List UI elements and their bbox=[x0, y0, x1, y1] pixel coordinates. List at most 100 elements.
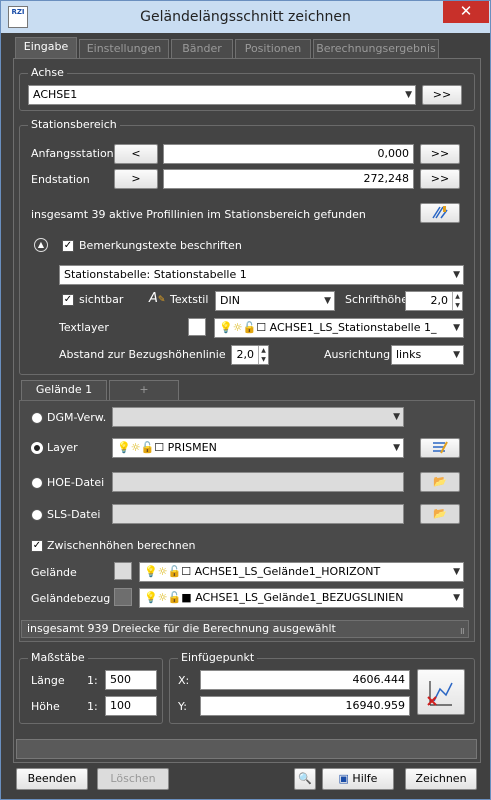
remarks-checkbox[interactable]: ✓ bbox=[62, 240, 74, 252]
zoom-icon: 🔍 bbox=[298, 772, 312, 785]
sls-radio[interactable] bbox=[31, 509, 43, 521]
layer-select[interactable]: 💡☼🔓☐ PRISMEN ▼ bbox=[112, 438, 404, 458]
delete-button[interactable]: Löschen bbox=[97, 768, 169, 790]
profile-settings-button[interactable] bbox=[420, 203, 460, 223]
quit-button[interactable]: Beenden bbox=[16, 768, 88, 790]
triangle-status-text: insgesamt 939 Dreiecke für die Berechnun… bbox=[27, 622, 336, 635]
distance-label: Abstand zur Bezugshöhenlinie bbox=[59, 348, 226, 361]
end-pick-button[interactable]: >> bbox=[420, 169, 460, 189]
collapse-icon[interactable]: ▲ bbox=[34, 238, 48, 252]
textstyle-value: DIN bbox=[220, 294, 240, 307]
end-station-input[interactable]: 272,248 bbox=[163, 169, 414, 189]
distance-input[interactable]: 2,0 ▲ ▼ bbox=[231, 345, 269, 365]
hoe-label: HOE-Datei bbox=[47, 476, 105, 489]
sls-browse-button[interactable]: 📂 bbox=[420, 504, 460, 524]
x-label: X: bbox=[178, 674, 190, 687]
sun-icon: ☼ bbox=[157, 591, 168, 604]
fontheight-input[interactable]: 2,0 ▲ ▼ bbox=[405, 291, 463, 311]
hoe-input[interactable] bbox=[112, 472, 404, 492]
textstyle-label: Textstil bbox=[170, 293, 209, 306]
profile-edit-icon bbox=[432, 206, 448, 219]
station-label: Stationsbereich bbox=[28, 118, 120, 131]
length-label: Länge bbox=[31, 674, 65, 687]
spin-icon[interactable]: ▲ ▼ bbox=[258, 346, 268, 364]
hoe-radio[interactable] bbox=[31, 477, 43, 489]
achse-pick-button[interactable]: >> bbox=[422, 85, 462, 105]
help-button[interactable]: ▣ Hilfe bbox=[322, 768, 394, 790]
textlayer-color-swatch[interactable] bbox=[188, 318, 206, 336]
y-label: Y: bbox=[178, 700, 187, 713]
height-label: Höhe bbox=[31, 700, 60, 713]
triangle-status: insgesamt 939 Dreiecke für die Berechnun… bbox=[21, 620, 469, 638]
y-input[interactable]: 16940.959 bbox=[200, 696, 410, 716]
help-icon: ▣ bbox=[338, 772, 353, 785]
unlock-icon: 🔓 bbox=[140, 441, 155, 454]
bulb-icon: 💡 bbox=[117, 441, 131, 454]
color-square-icon: ☐ bbox=[256, 321, 267, 334]
hoe-browse-button[interactable]: 📂 bbox=[420, 472, 460, 492]
tab-add-gelaende[interactable]: + bbox=[109, 380, 179, 400]
ref-color-swatch[interactable] bbox=[114, 588, 132, 606]
intermediate-checkbox[interactable]: ✓ bbox=[31, 540, 43, 552]
bulb-icon: 💡 bbox=[144, 591, 158, 604]
achse-label: Achse bbox=[28, 66, 67, 79]
zoom-preview-button[interactable]: 🔍 bbox=[294, 768, 316, 790]
tab-einstellungen[interactable]: Einstellungen bbox=[79, 39, 169, 59]
tab-berechnungsergebnis[interactable]: Berechnungsergebnis bbox=[313, 39, 439, 59]
bulb-icon: 💡 bbox=[144, 565, 158, 578]
pick-point-button[interactable] bbox=[417, 669, 465, 715]
resize-grip-icon: ⠿ bbox=[459, 628, 465, 636]
terrain-layer-select[interactable]: 💡☼🔓☐ ACHSE1_LS_Gelände1_HORIZONT ▼ bbox=[139, 562, 464, 582]
terrain-value: ACHSE1_LS_Gelände1_HORIZONT bbox=[194, 565, 381, 578]
dgm-select[interactable]: ▼ bbox=[112, 407, 404, 427]
tab-positionen[interactable]: Positionen bbox=[235, 39, 311, 59]
align-label: Ausrichtung bbox=[324, 348, 391, 361]
height-prefix: 1: bbox=[87, 700, 98, 713]
spin-icon[interactable]: ▲ ▼ bbox=[452, 292, 462, 310]
start-station-input[interactable]: 0,000 bbox=[163, 144, 414, 164]
text-style-icon: A✎ bbox=[149, 291, 166, 306]
draw-button[interactable]: Zeichnen bbox=[405, 768, 477, 790]
layer-edit-icon bbox=[433, 441, 448, 454]
start-station-label: Anfangsstation bbox=[31, 147, 114, 160]
dgm-radio[interactable] bbox=[31, 412, 43, 424]
layer-label: Layer bbox=[47, 441, 78, 454]
height-scale-input[interactable]: 100 bbox=[105, 696, 157, 716]
close-button[interactable]: ✕ bbox=[443, 1, 489, 23]
ref-layer-select[interactable]: 💡☼🔓■ ACHSE1_LS_Gelände1_BEZUGSLINIEN ▼ bbox=[139, 588, 464, 608]
tab-baender[interactable]: Bänder bbox=[171, 39, 233, 59]
chevron-down-icon: ▼ bbox=[453, 350, 460, 360]
end-next-button[interactable]: > bbox=[114, 169, 158, 189]
chevron-down-icon: ▼ bbox=[393, 412, 400, 422]
start-pick-button[interactable]: >> bbox=[420, 144, 460, 164]
align-select[interactable]: links ▼ bbox=[391, 345, 464, 365]
color-square-icon: ☐ bbox=[154, 441, 165, 454]
sun-icon: ☼ bbox=[157, 565, 168, 578]
chevron-down-icon: ▼ bbox=[453, 593, 460, 603]
layer-radio[interactable] bbox=[31, 442, 43, 454]
layer-edit-button[interactable] bbox=[420, 438, 460, 458]
chevron-down-icon: ▼ bbox=[405, 90, 412, 100]
textlayer-select[interactable]: 💡☼🔓☐ ACHSE1_LS_Stationstabelle 1_ ▼ bbox=[214, 318, 464, 338]
station-table-select[interactable]: Stationstabelle: Stationstabelle 1 ▼ bbox=[59, 265, 464, 285]
textstyle-select[interactable]: DIN ▼ bbox=[215, 291, 335, 311]
visible-checkbox[interactable]: ✓ bbox=[62, 294, 74, 306]
intermediate-label: Zwischenhöhen berechnen bbox=[47, 539, 196, 552]
unlock-icon: 🔓 bbox=[167, 565, 182, 578]
tab-eingabe[interactable]: Eingabe bbox=[15, 37, 77, 59]
terrain-color-swatch[interactable] bbox=[114, 562, 132, 580]
distance-value: 2,0 bbox=[236, 348, 255, 361]
sls-input[interactable] bbox=[112, 504, 404, 524]
length-scale-input[interactable]: 500 bbox=[105, 670, 157, 690]
achse-select[interactable]: ACHSE1 ▼ bbox=[28, 85, 416, 105]
start-prev-button[interactable]: < bbox=[114, 144, 158, 164]
x-input[interactable]: 4606.444 bbox=[200, 670, 410, 690]
align-value: links bbox=[396, 348, 422, 361]
sun-icon: ☼ bbox=[232, 321, 243, 334]
help-label: Hilfe bbox=[352, 772, 378, 785]
title-bar[interactable]: RZI Geländelängsschnitt zeichnen ✕ bbox=[1, 1, 490, 33]
tab-gelaende-1[interactable]: Gelände 1 bbox=[21, 380, 107, 401]
chevron-down-icon: ▼ bbox=[453, 323, 460, 333]
folder-icon: 📂 bbox=[433, 475, 447, 488]
insert-point-icon bbox=[427, 681, 453, 706]
